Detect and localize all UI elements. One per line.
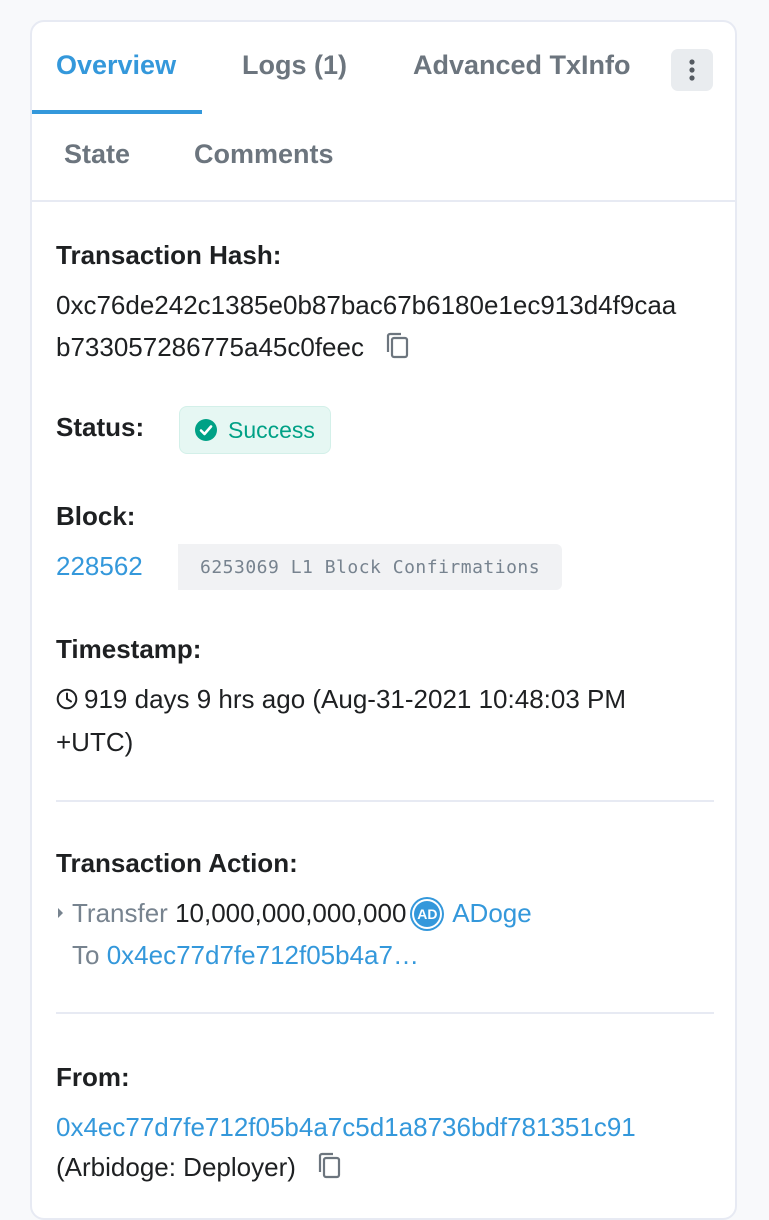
block-number-link[interactable]: 228562 <box>56 551 143 582</box>
transaction-hash-row2: b733057286775a45c0feec <box>56 332 409 366</box>
status-label: Status: <box>56 412 145 442</box>
transaction-card: Overview Logs (1) Advanced TxInfo State … <box>30 20 737 1220</box>
transaction-hash-label: Transaction Hash: <box>56 240 282 270</box>
transaction-action-row2: To 0x4ec77d7fe712f05b4a7… <box>72 940 419 971</box>
section-divider <box>56 1012 714 1014</box>
tabs-divider <box>32 200 735 202</box>
tab-comments[interactable]: Comments <box>194 139 334 170</box>
block-confirmations-badge: 6253069 L1 Block Confirmations <box>164 544 562 590</box>
timestamp-line2: +UTC) <box>56 727 134 757</box>
action-to-address-link[interactable]: 0x4ec77d7fe712f05b4a7… <box>107 940 419 970</box>
tab-bar: Overview Logs (1) Advanced TxInfo <box>32 22 735 114</box>
transaction-hash-line1: 0xc76de242c1385e0b87bac67b6180e1ec913d4f… <box>56 290 677 320</box>
from-name: (Arbidoge: Deployer) <box>56 1152 296 1182</box>
action-amount: 10,000,000,000,000 <box>175 898 407 928</box>
copy-icon[interactable] <box>385 332 409 366</box>
more-options-button[interactable] <box>671 49 713 91</box>
tab-overview[interactable]: Overview <box>56 50 176 81</box>
from-label: From: <box>56 1062 130 1092</box>
block-label: Block: <box>56 501 136 531</box>
action-token-link[interactable]: ADoge <box>452 898 532 928</box>
section-divider <box>56 800 714 802</box>
caret-right-icon[interactable] <box>56 906 66 920</box>
timestamp-line1: 919 days 9 hrs ago (Aug-31-2021 10:48:03… <box>84 684 627 714</box>
tab-logs[interactable]: Logs (1) <box>242 50 347 81</box>
transaction-action-label: Transaction Action: <box>56 848 298 878</box>
adoge-token-icon: AD <box>412 899 443 929</box>
clock-icon <box>56 688 78 710</box>
tab-advanced-txinfo[interactable]: Advanced TxInfo <box>413 50 631 81</box>
transaction-hash-line2: b733057286775a45c0feec <box>56 332 364 362</box>
status-value: Success <box>228 416 315 443</box>
active-tab-indicator <box>32 110 202 114</box>
block-confirmations-text: 6253069 L1 Block Confirmations <box>200 556 541 578</box>
timestamp-label: Timestamp: <box>56 634 202 664</box>
from-name-row: (Arbidoge: Deployer) <box>56 1152 341 1186</box>
tab-state[interactable]: State <box>64 139 130 170</box>
action-to-label: To <box>72 940 100 970</box>
copy-icon[interactable] <box>317 1152 341 1186</box>
from-address-link[interactable]: 0x4ec77d7fe712f05b4a7c5d1a8736bdf781351c… <box>56 1112 636 1143</box>
transaction-action-row1: Transfer 10,000,000,000,000 AD ADoge <box>56 898 532 929</box>
action-verb: Transfer <box>72 898 168 928</box>
status-badge: Success <box>179 406 331 454</box>
timestamp-row1: 919 days 9 hrs ago (Aug-31-2021 10:48:03… <box>56 684 626 715</box>
more-vertical-icon <box>689 59 695 81</box>
check-circle-icon <box>195 419 217 441</box>
